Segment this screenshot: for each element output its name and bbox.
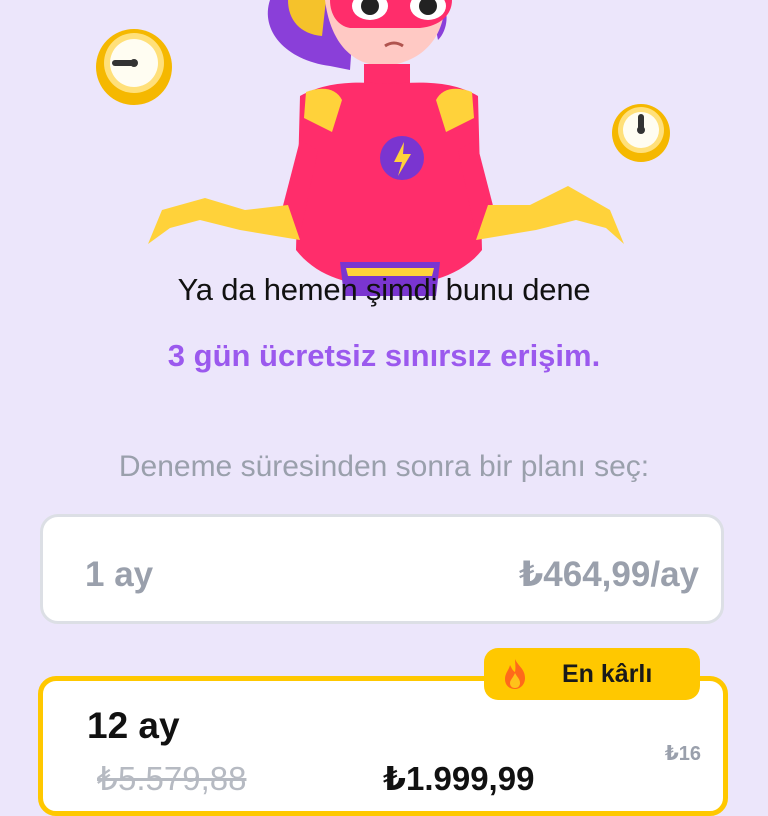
- plan-duration: 12 ay: [87, 705, 180, 746]
- best-value-badge: En kârlı: [484, 648, 700, 700]
- promo-heading: Ya da hemen şimdi bunu dene: [177, 272, 591, 307]
- fire-icon: [505, 659, 525, 689]
- clock-icon: [612, 104, 670, 162]
- plan-hint: Deneme süresinden sonra bir planı seç:: [118, 450, 650, 483]
- plan-old-price: ₺5.579,88: [97, 760, 247, 797]
- plan-price: ₺464,99/ay: [518, 555, 699, 594]
- trial-offer-text: 3 gün ücretsiz sınırsız erişim.: [167, 338, 601, 373]
- badge-label: En kârlı: [562, 660, 653, 688]
- plan-duration: 1 ay: [85, 555, 154, 594]
- clock-icon: [96, 29, 172, 105]
- plan-price: ₺1.999,99: [383, 760, 535, 797]
- superhero-character: [148, 0, 624, 296]
- plan-price-per-month: ₺16: [664, 743, 701, 765]
- plan-option-monthly[interactable]: 1 ay ₺464,99/ay: [40, 514, 724, 624]
